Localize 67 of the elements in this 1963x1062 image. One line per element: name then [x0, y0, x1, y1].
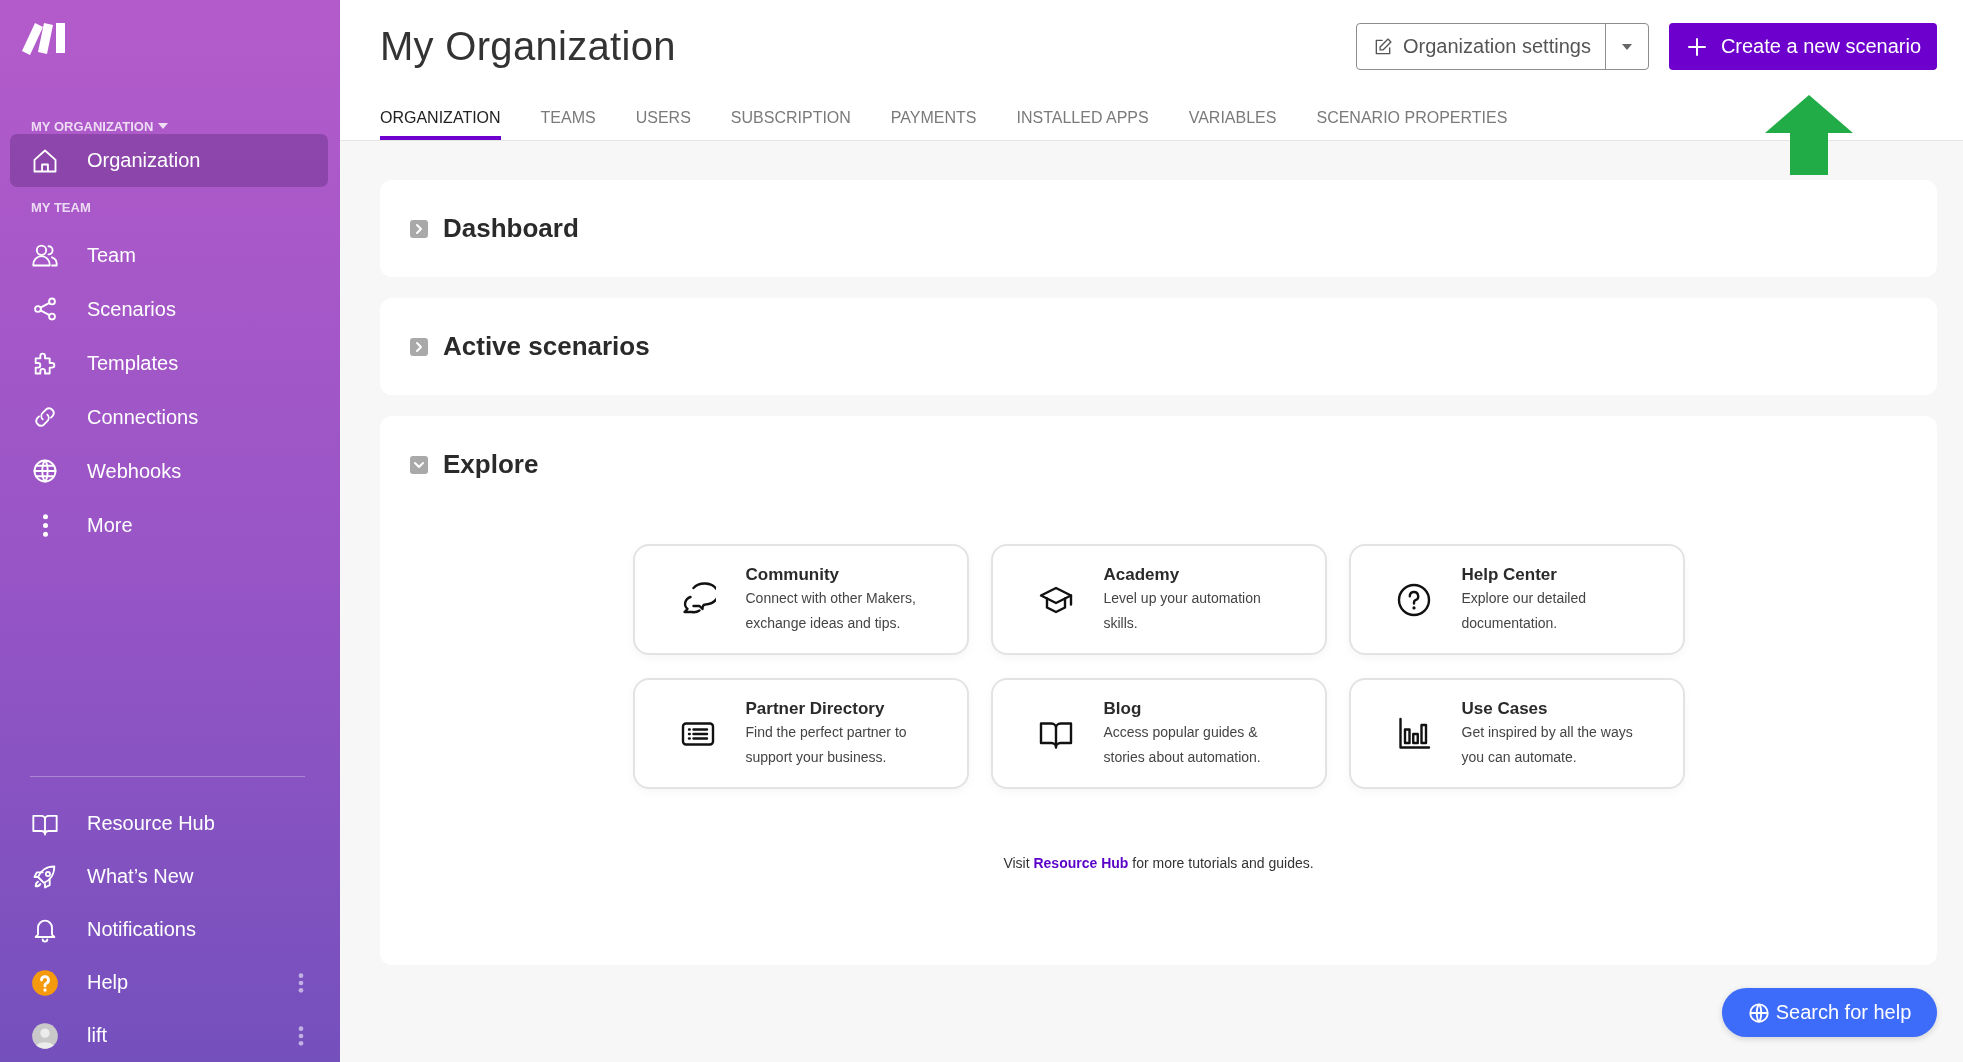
resource-card[interactable]: Blog Access popular guides & stories about automation. — [990, 678, 1327, 789]
nav-item[interactable]: Team — [0, 228, 340, 282]
section-label: MY ORGANIZATION — [31, 118, 154, 134]
card-description: Find the perfect partner to support your business. — [745, 722, 908, 767]
nav-item[interactable]: What’s New — [0, 850, 340, 903]
footer-note: Visit Resource Hub for more tutorials and guides. — [1002, 854, 1315, 873]
edit-icon — [1373, 36, 1393, 57]
expand-icon[interactable] — [410, 219, 428, 238]
resource-card[interactable]: Partner Directory Find the perfect partner to support your business. — [632, 678, 969, 789]
card-title: Partner Directory — [745, 697, 886, 720]
search-help-button[interactable]: Search for help — [1722, 988, 1937, 1037]
tab[interactable]: PAYMENTS — [890, 98, 977, 140]
share-icon — [31, 295, 59, 323]
resource-hub-link[interactable]: Resource Hub — [1033, 855, 1129, 871]
nav-item[interactable]: Webhooks — [0, 444, 340, 498]
up-arrow-icon — [1765, 95, 1853, 175]
caret-icon — [1621, 43, 1632, 50]
nav-item[interactable]: Templates — [0, 336, 340, 390]
card-description: Get inspired by all the ways you can automate. — [1461, 722, 1634, 767]
card-description: Explore our detailed documentation. — [1461, 588, 1588, 633]
card-title: Blog — [1103, 697, 1143, 720]
plus-icon — [1686, 36, 1707, 57]
settings-button[interactable]: Organization settings — [1357, 24, 1606, 69]
resource-card[interactable]: Community Connect with other Makers, exchange ideas and tips. — [632, 544, 969, 655]
nav-item[interactable]: Notifications — [0, 903, 340, 956]
nav-item[interactable]: Organization — [10, 134, 328, 187]
more-icon[interactable] — [298, 1025, 304, 1046]
resource-card[interactable]: Use Cases Get inspired by all the ways you can automate. — [1348, 678, 1685, 789]
caret-icon[interactable] — [158, 123, 169, 129]
expand-icon[interactable] — [410, 337, 428, 356]
nav-item[interactable]: Help — [0, 956, 340, 1009]
avatar-icon — [31, 1021, 59, 1050]
more-icon — [43, 513, 48, 537]
nav-item[interactable]: lift — [0, 1009, 340, 1062]
card-title: Use Cases — [1461, 697, 1549, 720]
tab[interactable]: SCENARIO PROPERTIES — [1316, 98, 1508, 140]
section-title[interactable]: Active scenarios — [443, 331, 650, 362]
card-description: Level up your automation skills. — [1103, 588, 1262, 633]
section-title[interactable]: Dashboard — [443, 213, 579, 244]
card-description: Access popular guides & stories about automation. — [1103, 722, 1262, 767]
card-description: Connect with other Makers, exchange ideas and tips. — [745, 588, 917, 633]
tab[interactable]: SUBSCRIPTION — [730, 98, 851, 140]
globe-icon — [31, 457, 59, 485]
section-title[interactable]: Explore — [443, 449, 539, 480]
logo-icon — [22, 20, 68, 56]
card-title: Help Center — [1461, 563, 1558, 586]
help-icon — [1395, 581, 1432, 618]
nav-item[interactable]: Resource Hub — [0, 797, 340, 850]
page-title: My Organization — [380, 24, 676, 69]
nav-item[interactable]: Scenarios — [0, 282, 340, 336]
create-button[interactable]: Create a new scenario — [1668, 23, 1937, 70]
resource-card[interactable]: Help Center Explore our detailed documentation. — [1348, 544, 1685, 655]
tab[interactable]: VARIABLES — [1188, 98, 1277, 140]
card-title: Academy — [1103, 563, 1181, 586]
tab[interactable]: TEAMS — [540, 98, 596, 140]
resource-card[interactable]: Academy Level up your automation skills. — [990, 544, 1327, 655]
card-title: Community — [745, 563, 840, 586]
tab[interactable]: USERS — [635, 98, 691, 140]
collapse-icon[interactable] — [410, 455, 428, 474]
globe-icon — [1747, 1001, 1770, 1024]
more-icon[interactable] — [298, 972, 304, 993]
help-icon — [31, 968, 59, 997]
section-label: MY TEAM — [31, 199, 91, 215]
tab[interactable]: ORGANIZATION — [380, 98, 501, 140]
nav-item[interactable]: Connections — [0, 390, 340, 444]
nav-item[interactable]: More — [0, 498, 340, 552]
tab[interactable]: INSTALLED APPS — [1016, 98, 1149, 140]
